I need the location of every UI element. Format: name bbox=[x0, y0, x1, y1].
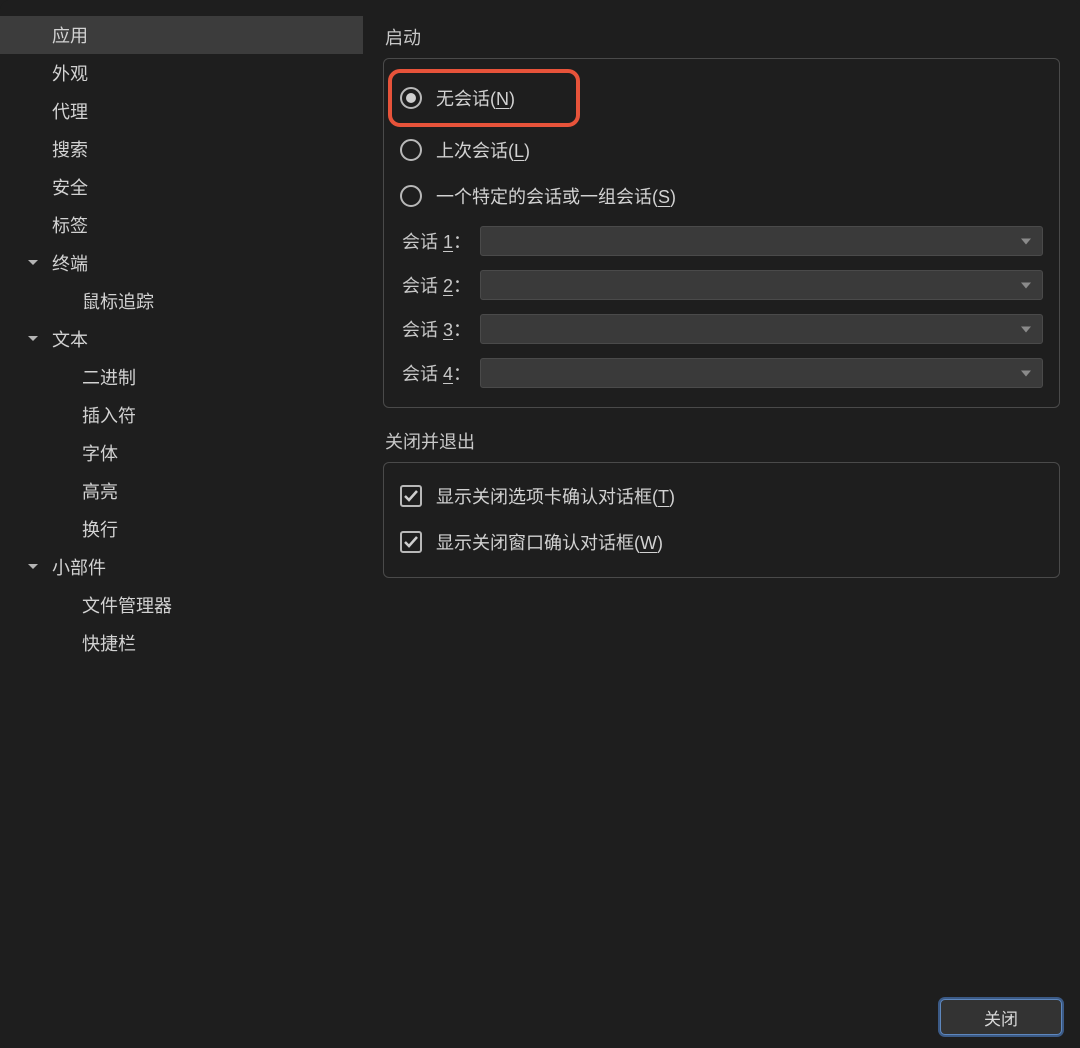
session-dropdown-3[interactable] bbox=[480, 314, 1043, 344]
session-dropdown-1[interactable] bbox=[480, 226, 1043, 256]
body-area: 应用外观代理搜索安全标签终端鼠标追踪文本二进制插入符字体高亮换行小部件文件管理器… bbox=[0, 0, 1080, 986]
session-row-2: 会话 2： bbox=[400, 263, 1043, 307]
checkbox-icon bbox=[400, 485, 422, 507]
sidebar-item-6[interactable]: 终端 bbox=[0, 244, 363, 282]
sidebar-item-label: 应用 bbox=[52, 22, 88, 48]
chevron-down-icon[interactable] bbox=[26, 332, 40, 346]
checkbox-icon bbox=[400, 531, 422, 553]
sidebar-item-label: 搜索 bbox=[52, 136, 88, 162]
chevron-down-icon[interactable] bbox=[26, 256, 40, 270]
session-label: 会话 1： bbox=[400, 228, 480, 254]
chevron-down-icon bbox=[1020, 363, 1032, 384]
sidebar-item-label: 快捷栏 bbox=[82, 630, 136, 656]
sidebar-item-label: 字体 bbox=[82, 440, 118, 466]
sidebar-item-5[interactable]: 标签 bbox=[0, 206, 363, 244]
settings-tree: 应用外观代理搜索安全标签终端鼠标追踪文本二进制插入符字体高亮换行小部件文件管理器… bbox=[0, 16, 363, 662]
radio-icon bbox=[400, 139, 422, 161]
sidebar-item-10[interactable]: 插入符 bbox=[0, 396, 363, 434]
sidebar-item-label: 标签 bbox=[52, 212, 88, 238]
sidebar-item-11[interactable]: 字体 bbox=[0, 434, 363, 472]
sidebar-item-16[interactable]: 快捷栏 bbox=[0, 624, 363, 662]
radio-label: 一个特定的会话或一组会话(S) bbox=[436, 183, 676, 209]
settings-sidebar: 应用外观代理搜索安全标签终端鼠标追踪文本二进制插入符字体高亮换行小部件文件管理器… bbox=[0, 0, 363, 986]
startup-radio-2[interactable]: 一个特定的会话或一组会话(S) bbox=[400, 173, 1043, 219]
sidebar-item-label: 安全 bbox=[52, 174, 88, 200]
sidebar-item-7[interactable]: 鼠标追踪 bbox=[0, 282, 363, 320]
sidebar-item-13[interactable]: 换行 bbox=[0, 510, 363, 548]
close-exit-group: 显示关闭选项卡确认对话框(T) 显示关闭窗口确认对话框(W) bbox=[383, 462, 1060, 578]
close-exit-check-0[interactable]: 显示关闭选项卡确认对话框(T) bbox=[400, 473, 1043, 519]
startup-radio-0[interactable]: 无会话(N) bbox=[388, 69, 580, 127]
sidebar-item-14[interactable]: 小部件 bbox=[0, 548, 363, 586]
checkbox-label: 显示关闭选项卡确认对话框(T) bbox=[436, 483, 675, 509]
startup-heading: 启动 bbox=[385, 24, 1060, 50]
close-button[interactable]: 关闭 bbox=[940, 999, 1062, 1035]
session-label: 会话 2： bbox=[400, 272, 480, 298]
sidebar-item-15[interactable]: 文件管理器 bbox=[0, 586, 363, 624]
sidebar-item-label: 文本 bbox=[52, 326, 88, 352]
radio-label: 上次会话(L) bbox=[436, 137, 530, 163]
sidebar-item-8[interactable]: 文本 bbox=[0, 320, 363, 358]
chevron-down-icon bbox=[1020, 231, 1032, 252]
session-row-3: 会话 3： bbox=[400, 307, 1043, 351]
sidebar-item-label: 换行 bbox=[82, 516, 118, 542]
sidebar-item-12[interactable]: 高亮 bbox=[0, 472, 363, 510]
sidebar-item-2[interactable]: 代理 bbox=[0, 92, 363, 130]
session-label: 会话 4： bbox=[400, 360, 480, 386]
settings-main: 启动 无会话(N) 上次会话(L) 一个特定的会话或一组会话(S) 会话 1： 会话 2… bbox=[363, 0, 1080, 986]
chevron-down-icon[interactable] bbox=[26, 560, 40, 574]
sidebar-item-1[interactable]: 外观 bbox=[0, 54, 363, 92]
chevron-down-icon bbox=[1020, 275, 1032, 296]
startup-radio-1[interactable]: 上次会话(L) bbox=[400, 127, 1043, 173]
radio-label: 无会话(N) bbox=[436, 85, 515, 111]
session-dropdown-2[interactable] bbox=[480, 270, 1043, 300]
chevron-down-icon bbox=[1020, 319, 1032, 340]
sidebar-item-label: 插入符 bbox=[82, 402, 136, 428]
sidebar-item-label: 代理 bbox=[52, 98, 88, 124]
sidebar-item-label: 文件管理器 bbox=[82, 592, 172, 618]
close-exit-check-1[interactable]: 显示关闭窗口确认对话框(W) bbox=[400, 519, 1043, 565]
close-button-label: 关闭 bbox=[984, 1005, 1018, 1030]
sidebar-item-label: 终端 bbox=[52, 250, 88, 276]
sidebar-item-0[interactable]: 应用 bbox=[0, 16, 363, 54]
sidebar-item-label: 高亮 bbox=[82, 478, 118, 504]
dialog-footer: 关闭 bbox=[0, 986, 1080, 1048]
sidebar-item-4[interactable]: 安全 bbox=[0, 168, 363, 206]
sidebar-item-3[interactable]: 搜索 bbox=[0, 130, 363, 168]
session-dropdown-4[interactable] bbox=[480, 358, 1043, 388]
sidebar-item-label: 鼠标追踪 bbox=[82, 288, 154, 314]
close-exit-heading: 关闭并退出 bbox=[385, 428, 1060, 454]
session-row-4: 会话 4： bbox=[400, 351, 1043, 395]
radio-icon bbox=[400, 185, 422, 207]
sidebar-item-label: 外观 bbox=[52, 60, 88, 86]
checkbox-label: 显示关闭窗口确认对话框(W) bbox=[436, 529, 663, 555]
session-label: 会话 3： bbox=[400, 316, 480, 342]
sidebar-item-label: 二进制 bbox=[82, 364, 136, 390]
sidebar-item-9[interactable]: 二进制 bbox=[0, 358, 363, 396]
session-row-1: 会话 1： bbox=[400, 219, 1043, 263]
startup-group: 无会话(N) 上次会话(L) 一个特定的会话或一组会话(S) 会话 1： 会话 2： 会话… bbox=[383, 58, 1060, 408]
radio-icon bbox=[400, 87, 422, 109]
settings-window: 应用外观代理搜索安全标签终端鼠标追踪文本二进制插入符字体高亮换行小部件文件管理器… bbox=[0, 0, 1080, 1048]
sidebar-item-label: 小部件 bbox=[52, 554, 106, 580]
